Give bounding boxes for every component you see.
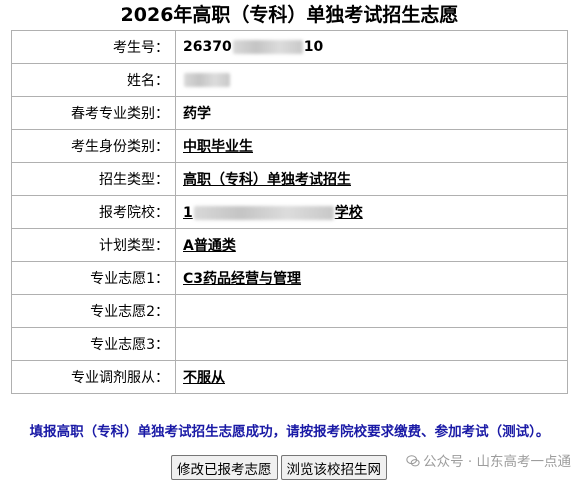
admission-type-value: 高职（专科）单独考试招生 <box>183 172 351 188</box>
major-choice-2-value <box>175 294 568 328</box>
candidate-number-value: 26370 10 <box>175 30 568 64</box>
major-category-value: 药学 <box>175 96 568 130</box>
admission-type-label: 招生类型： <box>11 162 176 196</box>
row-plan-type: 计划类型： A普通类 <box>11 228 568 262</box>
watermark-text: 公众号 · 山东高考一点通 <box>423 454 571 470</box>
plan-type-label: 计划类型： <box>11 228 176 262</box>
watermark: 公众号 · 山东高考一点通 <box>406 450 571 470</box>
school-value: 1 学校 <box>183 205 363 221</box>
major-choice-3-value <box>175 327 568 361</box>
redacted-mask <box>232 40 303 54</box>
major-category-label: 春考专业类别： <box>11 96 176 130</box>
success-message: 填报高职（专科）单独考试招生志愿成功，请按报考院校要求缴费、参加考试（测试）。 <box>29 424 550 440</box>
row-major-category: 春考专业类别： 药学 <box>11 96 568 130</box>
browse-school-site-button[interactable]: 浏览该校招生网 <box>280 455 387 480</box>
candidate-number-prefix: 26370 <box>183 39 232 55</box>
plan-type-value: A普通类 <box>183 238 236 254</box>
school-label: 报考院校： <box>11 195 176 229</box>
row-candidate-number: 考生号： 26370 10 <box>11 30 568 64</box>
wechat-icon <box>406 455 420 467</box>
row-major-choice-1: 专业志愿1： C3药品经营与管理 <box>11 261 568 295</box>
adjustment-value: 不服从 <box>183 370 225 386</box>
row-admission-type: 招生类型： 高职（专科）单独考试招生 <box>11 162 568 196</box>
page-title: 2026年高职（专科）单独考试招生志愿 <box>120 4 459 26</box>
candidate-number-suffix: 10 <box>303 39 324 55</box>
name-label: 姓名： <box>11 63 176 97</box>
modify-application-button[interactable]: 修改已报考志愿 <box>171 455 278 480</box>
row-school: 报考院校： 1 学校 <box>11 195 568 229</box>
major-choice-2-label: 专业志愿2： <box>11 294 176 328</box>
row-major-choice-3: 专业志愿3： <box>11 327 568 361</box>
application-form-table: 考生号： 26370 10 姓名： 春考专业类别： 药学 考生身份类别： 中职毕业… <box>11 30 568 394</box>
identity-category-value: 中职毕业生 <box>183 139 253 155</box>
identity-category-label: 考生身份类别： <box>11 129 176 163</box>
redacted-mask <box>184 73 230 87</box>
candidate-number-label: 考生号： <box>11 30 176 64</box>
row-name: 姓名： <box>11 63 568 97</box>
redacted-mask <box>193 206 334 220</box>
adjustment-label: 专业调剂服从： <box>11 360 176 394</box>
row-adjustment: 专业调剂服从： 不服从 <box>11 360 568 394</box>
major-choice-1-label: 专业志愿1： <box>11 261 176 295</box>
name-value <box>175 63 568 97</box>
action-buttons: 修改已报考志愿 浏览该校招生网 <box>171 455 390 480</box>
row-identity-category: 考生身份类别： 中职毕业生 <box>11 129 568 163</box>
major-choice-1-value: C3药品经营与管理 <box>183 271 302 287</box>
major-choice-3-label: 专业志愿3： <box>11 327 176 361</box>
row-major-choice-2: 专业志愿2： <box>11 294 568 328</box>
